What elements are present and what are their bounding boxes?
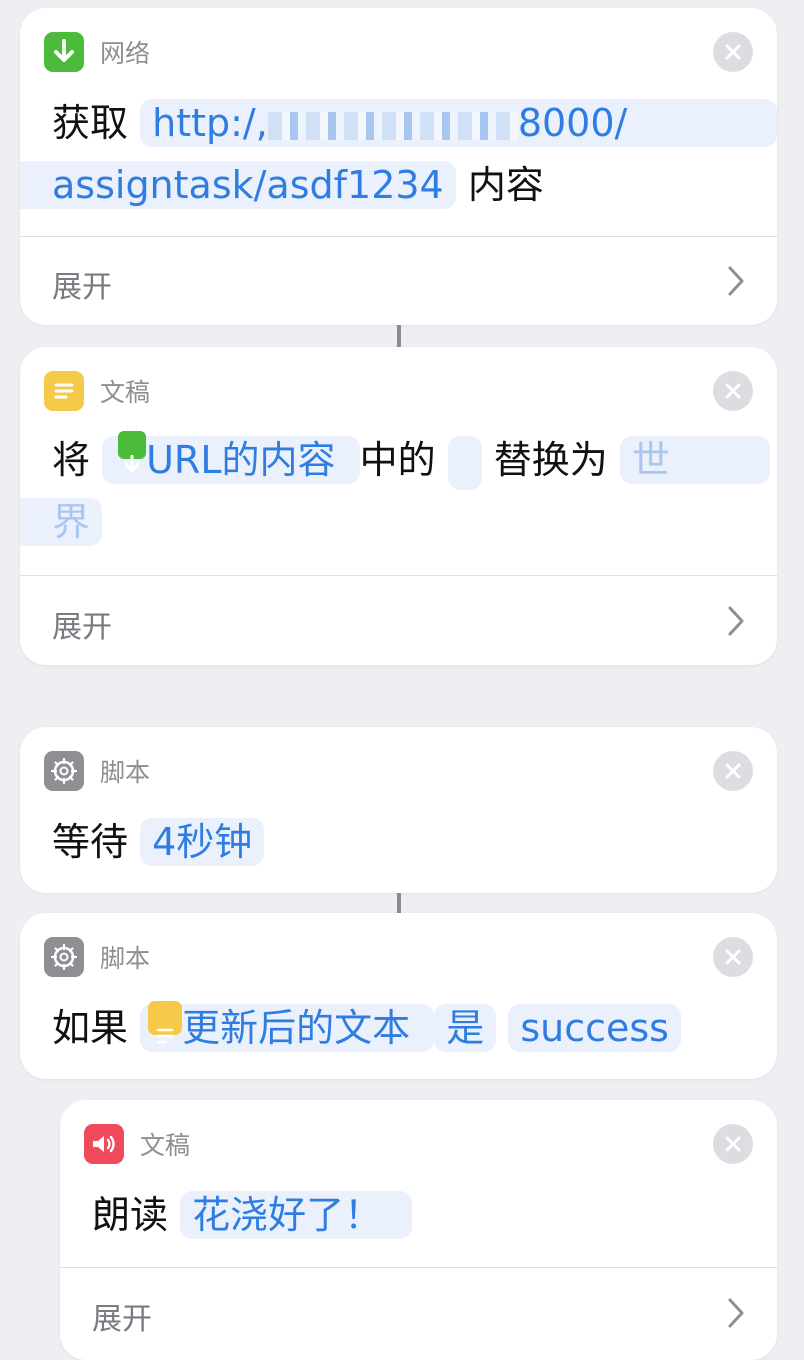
divider bbox=[20, 575, 777, 576]
masked-ip-address bbox=[267, 111, 518, 140]
speak-text-field[interactable]: 花浇好了！ bbox=[180, 1191, 413, 1239]
connector-line bbox=[397, 325, 401, 347]
expand-button[interactable]: 展开 bbox=[52, 602, 112, 646]
action-verb: 获取 bbox=[52, 101, 129, 145]
action-verb: 如果 bbox=[52, 1006, 129, 1050]
expand-button[interactable]: 展开 bbox=[92, 1294, 152, 1338]
action-verb: 朗读 bbox=[92, 1193, 169, 1237]
action-category-label: 脚本 bbox=[100, 944, 151, 973]
expand-button[interactable]: 展开 bbox=[52, 262, 112, 306]
download-icon bbox=[44, 32, 84, 72]
text-middle: 中的 bbox=[359, 438, 436, 482]
download-icon bbox=[118, 431, 147, 473]
chevron-right-icon bbox=[728, 266, 744, 296]
divider bbox=[20, 236, 777, 237]
action-verb: 等待 bbox=[52, 820, 129, 864]
action-category-label: 文稿 bbox=[140, 1131, 191, 1160]
speak-text-action[interactable]: 文稿 朗读 花浇好了！ 展开 bbox=[60, 1100, 777, 1360]
wait-action[interactable]: 脚本 等待 4秒钟 bbox=[20, 727, 777, 893]
text-doc-icon bbox=[44, 371, 84, 411]
action-verb: 将 bbox=[52, 438, 91, 482]
remove-action-button[interactable] bbox=[713, 751, 753, 791]
if-condition-action[interactable]: 脚本 如果 更新后的文本 是 success bbox=[20, 913, 777, 1079]
variable-token-updated-text[interactable]: 更新后的文本 bbox=[140, 1001, 435, 1052]
chevron-right-icon bbox=[728, 606, 744, 636]
variable-label: URL的内容 bbox=[146, 438, 336, 482]
url-parameter[interactable]: http:/, 8000/ bbox=[140, 99, 777, 147]
replace-text-action[interactable]: 文稿 将 URL的内容 中的 替换为 世 界 展开 bbox=[20, 347, 777, 665]
search-text-field[interactable] bbox=[447, 435, 482, 490]
remove-action-button[interactable] bbox=[713, 1124, 753, 1164]
close-icon bbox=[725, 44, 741, 60]
condition-operator[interactable]: 是 bbox=[434, 1004, 497, 1052]
speaker-icon bbox=[84, 1124, 124, 1164]
remove-action-button[interactable] bbox=[713, 32, 753, 72]
divider bbox=[60, 1267, 777, 1268]
condition-value-field[interactable]: success bbox=[508, 1004, 681, 1052]
replacement-text-field-continued[interactable]: 界 bbox=[20, 498, 103, 546]
remove-action-button[interactable] bbox=[713, 937, 753, 977]
connector-line bbox=[397, 893, 401, 913]
replace-label: 替换为 bbox=[493, 438, 608, 482]
replacement-text-field[interactable]: 世 bbox=[619, 436, 770, 484]
close-icon bbox=[725, 949, 741, 965]
variable-label: 更新后的文本 bbox=[182, 1006, 411, 1050]
url-parameter-continued[interactable]: assigntask/asdf1234 bbox=[20, 161, 456, 209]
gear-icon bbox=[44, 751, 84, 791]
text-doc-icon bbox=[148, 1001, 183, 1044]
action-category-label: 网络 bbox=[100, 39, 151, 68]
url-port-text: 8000/ bbox=[517, 101, 628, 145]
wait-duration-field[interactable]: 4秒钟 bbox=[140, 818, 265, 866]
action-suffix: 内容 bbox=[467, 163, 544, 207]
gear-icon bbox=[44, 937, 84, 977]
remove-action-button[interactable] bbox=[713, 371, 753, 411]
action-category-label: 文稿 bbox=[100, 378, 151, 407]
close-icon bbox=[725, 1136, 741, 1152]
get-url-contents-action[interactable]: 网络 获取 http:/, 8000/ assigntask/asdf1234 内… bbox=[20, 8, 777, 325]
variable-token-url-contents[interactable]: URL的内容 bbox=[102, 431, 360, 484]
action-category-label: 脚本 bbox=[100, 758, 151, 787]
close-icon bbox=[725, 763, 741, 779]
url-text: http:/, bbox=[152, 101, 268, 145]
chevron-right-icon bbox=[728, 1298, 744, 1328]
close-icon bbox=[725, 383, 741, 399]
